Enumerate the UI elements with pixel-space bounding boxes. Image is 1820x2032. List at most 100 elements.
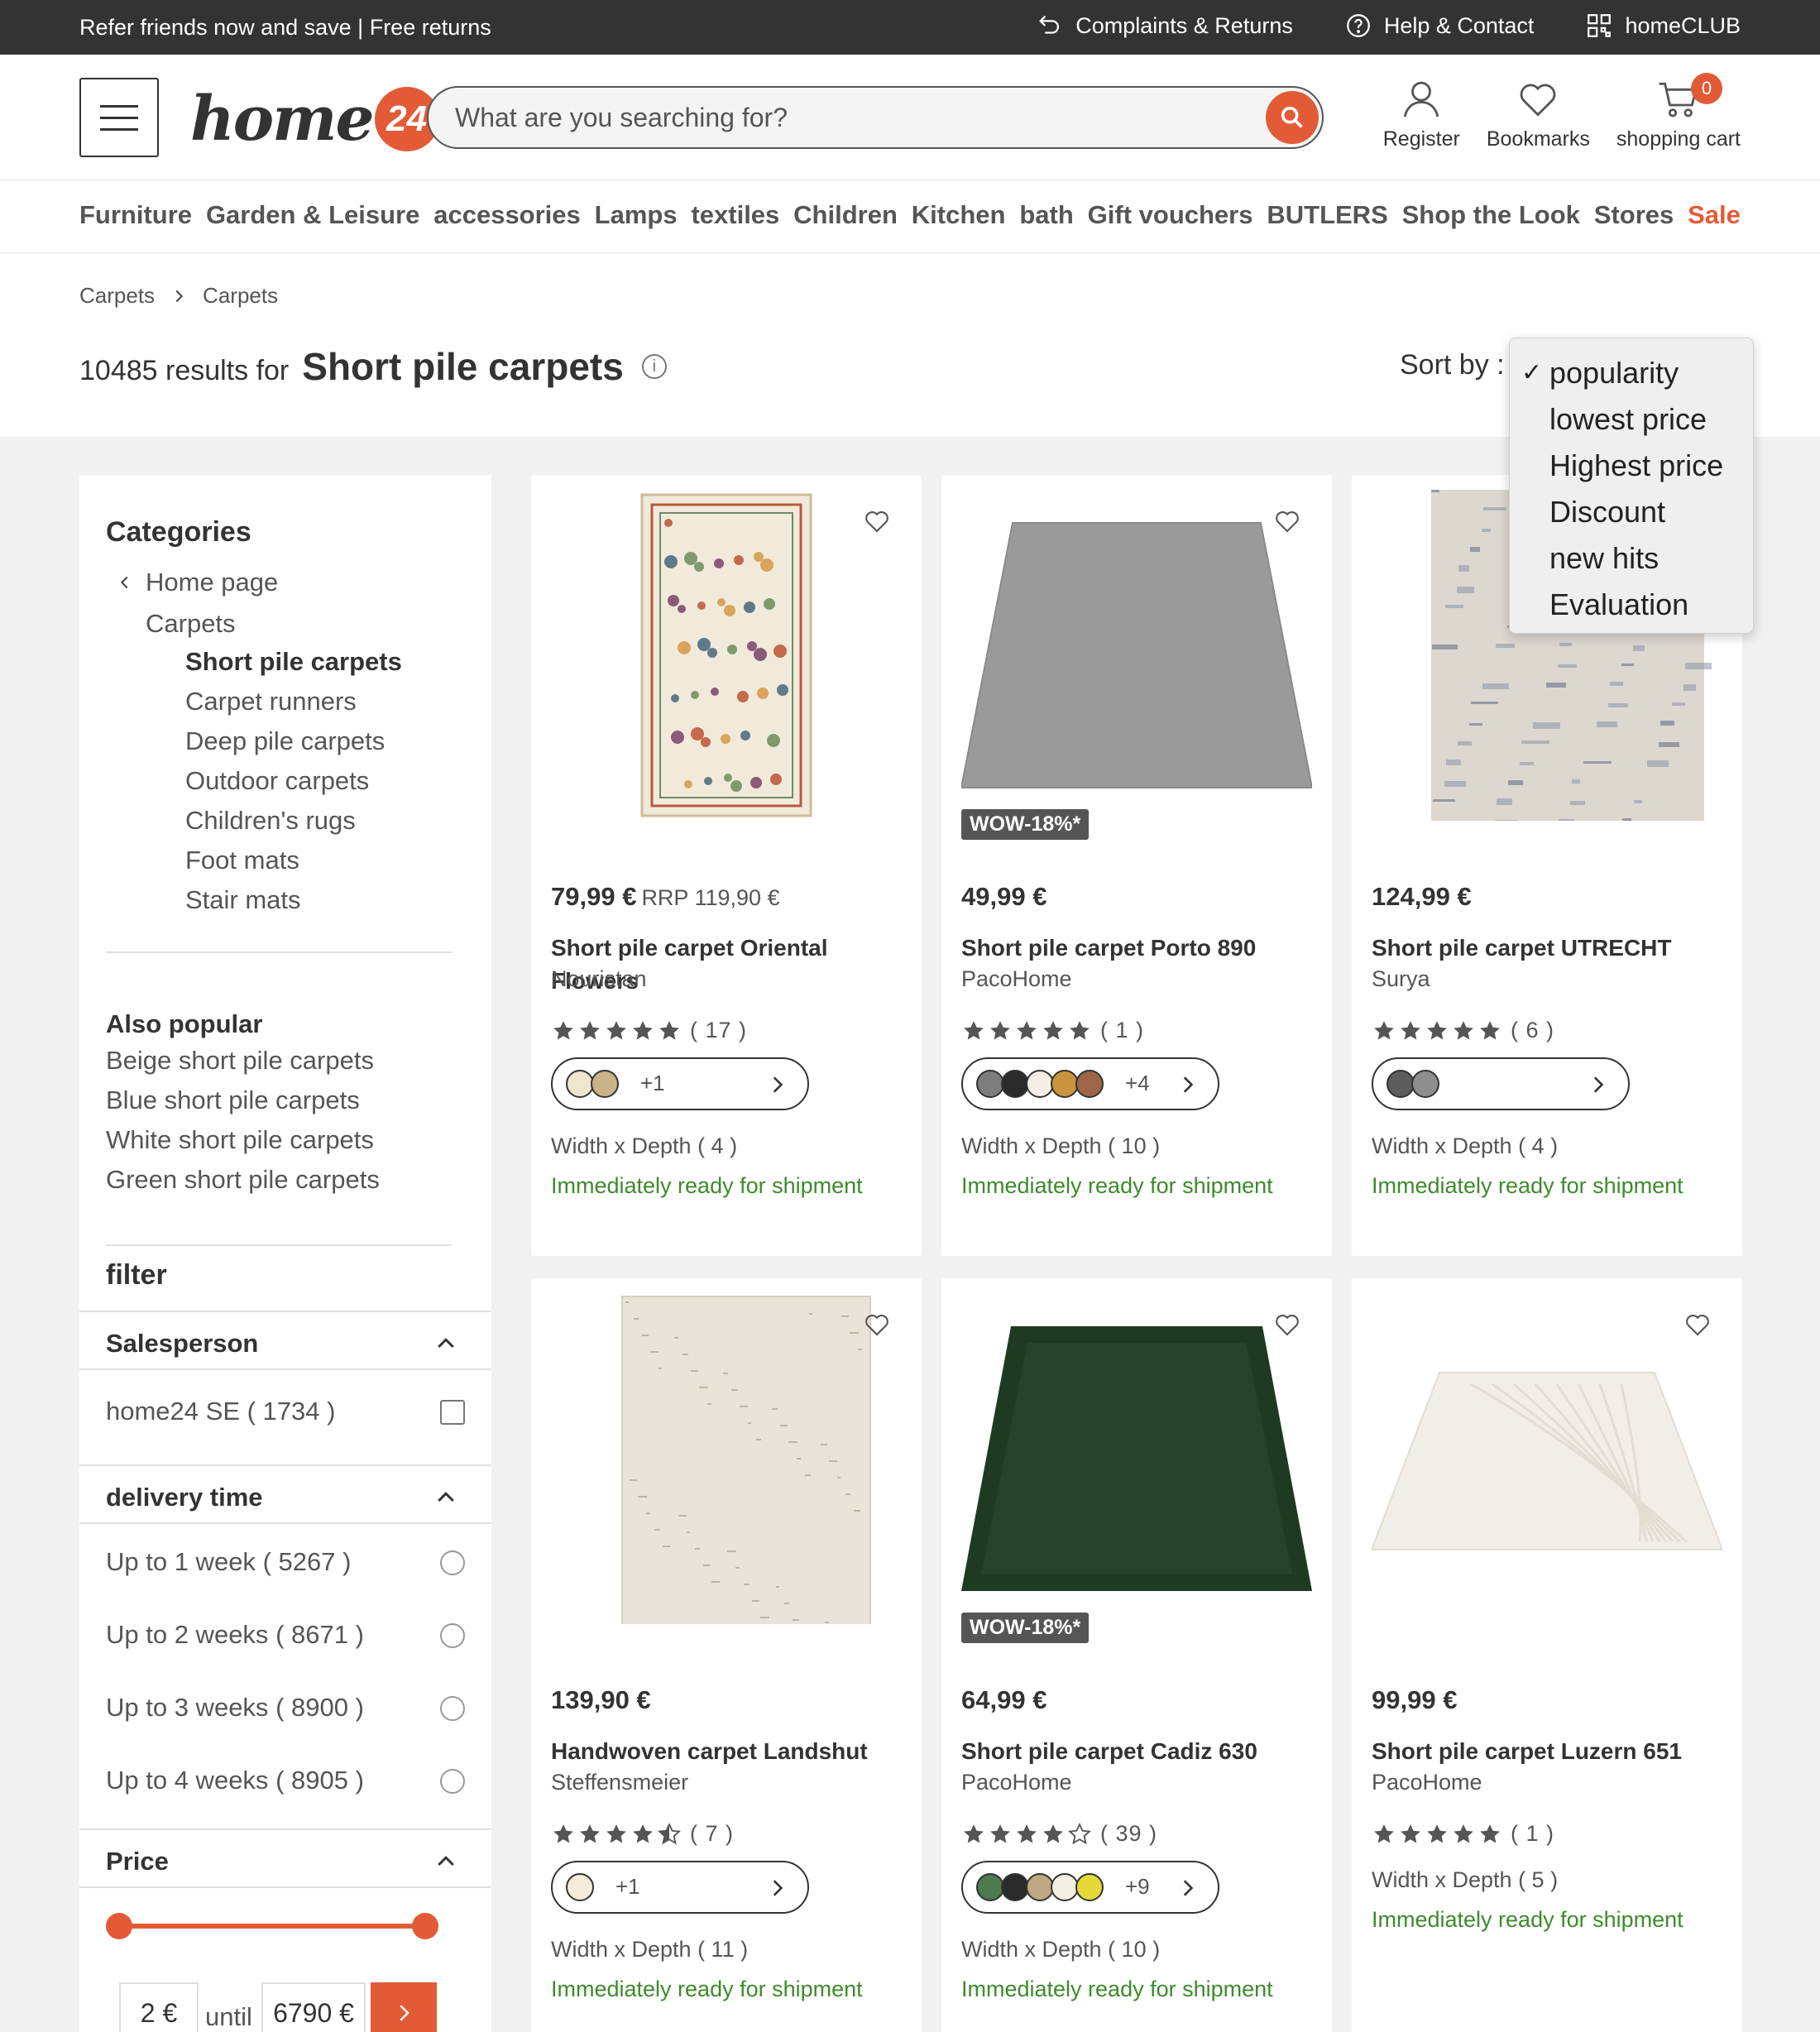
product-card[interactable]: WOW-18%* 49,99 € Short pile carpet Porto 8… [941,475,1332,1256]
wishlist-heart-icon[interactable] [1272,506,1302,536]
product-name[interactable]: Handwoven carpet Landshut [551,1735,898,1768]
color-variants-selector[interactable]: +4 [961,1057,1219,1110]
search-icon [1281,106,1303,128]
product-name[interactable]: Short pile carpet Porto 890 [961,932,1309,965]
color-variants-selector[interactable]: +1 [551,1057,809,1110]
color-swatch [1001,1070,1029,1098]
subcategory-link[interactable]: Children's rugs [185,808,402,847]
shopping-cart-button[interactable]: shopping cart 0 [1616,73,1741,151]
dimension-options[interactable]: Width x Depth ( 4 ) [1372,1133,1558,1159]
dimension-options[interactable]: Width x Depth ( 10 ) [961,1133,1160,1159]
facet-price-header[interactable]: Price [79,1828,491,1888]
product-name[interactable]: Short pile carpet Cadiz 630 [961,1735,1309,1768]
help-contact-link[interactable]: Help & Contact [1344,12,1534,40]
chevron-up-icon [438,1492,454,1502]
product-image[interactable] [551,1293,902,1648]
register-button[interactable]: Register [1383,76,1460,151]
delivery-option[interactable]: Up to 2 weeks ( 8671 ) [106,1620,465,1650]
dimension-options[interactable]: Width x Depth ( 11 ) [551,1937,748,1963]
breadcrumb-item[interactable]: Carpets [203,283,278,309]
nav-item-accessories[interactable]: accessories [433,200,581,230]
homeclub-link[interactable]: homeCLUB [1585,12,1741,40]
category-back-link[interactable]: Home page [116,568,278,597]
facet-salesperson-header[interactable]: Salesperson [79,1311,491,1370]
promo-text[interactable]: Refer friends now and save | Free return… [79,15,491,41]
nav-item-garden-leisure[interactable]: Garden & Leisure [206,200,419,230]
subcategory-link[interactable]: Carpet runners [185,688,402,728]
breadcrumb-item[interactable]: Carpets [79,283,155,309]
wishlist-heart-icon[interactable] [862,1310,892,1339]
delivery-radio[interactable] [440,1550,465,1575]
product-card[interactable]: 79,99 € RRP 119,90 € Short pile carpet Ori… [531,475,922,1256]
subcategory-link[interactable]: Deep pile carpets [185,728,402,768]
product-card[interactable]: WOW-18%* 64,99 € Short pile carpet Cadiz 6… [941,1278,1332,2032]
popular-link[interactable]: White short pile carpets [106,1127,380,1167]
dimension-options[interactable]: Width x Depth ( 5 ) [1372,1867,1558,1893]
delivery-radio[interactable] [440,1769,465,1794]
sort-option-popularity[interactable]: ✓ popularity [1510,350,1753,396]
salesperson-checkbox[interactable] [440,1400,465,1425]
salesperson-option[interactable]: home24 SE ( 1734 ) [106,1397,465,1426]
price-range-slider[interactable] [106,1913,438,1939]
search-button[interactable] [1266,91,1319,144]
delivery-option[interactable]: Up to 4 weeks ( 8905 ) [106,1766,465,1795]
product-image[interactable] [961,1293,1312,1624]
sort-option-lowest-price[interactable]: lowest price [1510,396,1753,443]
nav-item-textiles[interactable]: textiles [691,200,779,230]
subcategory-link[interactable]: Stair mats [185,887,402,927]
price-max-input[interactable]: 6790 € [261,1982,366,2032]
sort-option-discount[interactable]: Discount [1510,489,1753,535]
home24-logo[interactable]: home 24 [190,79,439,159]
product-card[interactable]: 99,99 € Short pile carpet Luzern 651 PacoH… [1352,1278,1742,2032]
nav-item-sale[interactable]: Sale [1688,200,1741,230]
product-image[interactable] [960,490,1314,821]
subcategory-link[interactable]: Outdoor carpets [185,768,402,808]
wishlist-heart-icon[interactable] [1272,1310,1302,1339]
popular-link[interactable]: Green short pile carpets [106,1167,380,1206]
color-variants-selector[interactable] [1372,1057,1630,1110]
product-image[interactable] [551,490,902,821]
popular-link[interactable]: Beige short pile carpets [106,1047,380,1087]
color-variants-selector[interactable]: +1 [551,1861,809,1914]
price-slider-max-handle[interactable] [412,1913,438,1939]
price-slider-min-handle[interactable] [106,1913,132,1939]
wishlist-heart-icon[interactable] [1683,1310,1712,1339]
sort-option-highest-price[interactable]: Highest price [1510,443,1753,489]
subcategory-link[interactable]: Short pile carpets [185,649,402,688]
product-card[interactable]: 139,90 € Handwoven carpet Landshut Steffen… [531,1278,922,2032]
dimension-options[interactable]: Width x Depth ( 10 ) [961,1937,1160,1963]
facet-delivery-header[interactable]: delivery time [79,1464,491,1524]
info-icon[interactable]: i [641,354,667,379]
menu-button[interactable] [79,78,159,157]
price-apply-button[interactable] [371,1982,437,2032]
nav-item-shop-the-look[interactable]: Shop the Look [1402,200,1580,230]
popular-link[interactable]: Blue short pile carpets [106,1087,380,1127]
nav-item-lamps[interactable]: Lamps [595,200,678,230]
nav-item-stores[interactable]: Stores [1594,200,1674,230]
complaints-returns-link[interactable]: Complaints & Returns [1036,12,1293,40]
nav-item-bath[interactable]: bath [1019,200,1073,230]
sort-option-evaluation[interactable]: Evaluation [1510,582,1753,628]
wishlist-heart-icon[interactable] [862,506,892,536]
nav-item-kitchen[interactable]: Kitchen [912,200,1006,230]
nav-item-gift-vouchers[interactable]: Gift vouchers [1088,200,1253,230]
delivery-option[interactable]: Up to 3 weeks ( 8900 ) [106,1693,465,1723]
category-parent-link[interactable]: Carpets [146,609,236,639]
dimension-options[interactable]: Width x Depth ( 4 ) [551,1133,737,1159]
delivery-radio[interactable] [440,1696,465,1721]
delivery-radio[interactable] [440,1623,465,1648]
subcategory-link[interactable]: Foot mats [185,847,402,887]
product-name[interactable]: Short pile carpet UTRECHT [1372,932,1719,965]
nav-item-furniture[interactable]: Furniture [79,200,192,230]
search-input[interactable] [455,88,1249,147]
product-image[interactable] [1370,1293,1724,1624]
nav-item-butlers[interactable]: BUTLERS [1267,200,1387,230]
bookmarks-button[interactable]: Bookmarks [1487,76,1590,151]
price-min-input[interactable]: 2 € [119,1982,199,2032]
sort-option-new-hits[interactable]: new hits [1510,535,1753,582]
color-variants-selector[interactable]: +9 [961,1861,1219,1914]
product-name[interactable]: Short pile carpet Luzern 651 [1372,1735,1719,1768]
nav-item-children[interactable]: Children [793,200,898,230]
product-price-value: 139,90 € [551,1685,651,1714]
delivery-option[interactable]: Up to 1 week ( 5267 ) [106,1547,465,1577]
